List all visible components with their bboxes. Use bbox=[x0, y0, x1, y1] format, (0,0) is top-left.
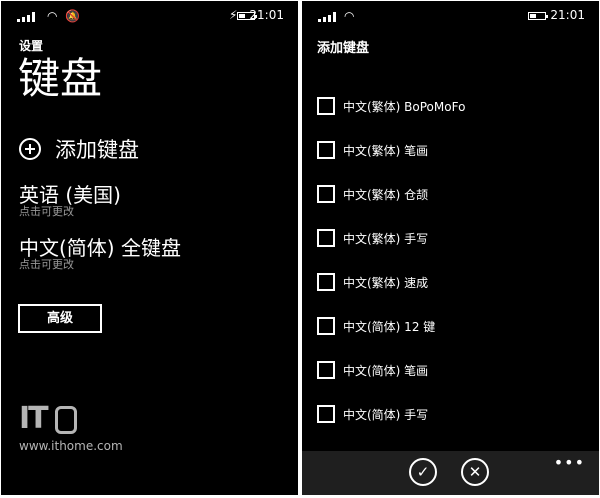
cancel-button[interactable]: ✕ bbox=[461, 458, 489, 486]
watermark: IT www.ithome.com bbox=[19, 401, 123, 453]
checkbox[interactable] bbox=[317, 229, 335, 247]
page-title: 键盘 bbox=[18, 54, 103, 103]
keyboard-option-label: 中文(简体) 12 键 bbox=[343, 319, 436, 334]
checkbox[interactable] bbox=[317, 273, 335, 291]
advanced-button[interactable]: 高级 bbox=[18, 304, 102, 333]
add-keyboard-label: 添加键盘 bbox=[55, 138, 139, 162]
clock: 21:01 bbox=[550, 8, 585, 22]
checkbox[interactable] bbox=[317, 317, 335, 335]
wifi-icon: ◠ bbox=[47, 9, 58, 23]
status-bar: ◠ 🔕 ⚡ 21:01 bbox=[1, 1, 298, 31]
checkbox[interactable] bbox=[317, 405, 335, 423]
add-keyboard-button[interactable]: 添加键盘 bbox=[19, 135, 139, 163]
battery-icon bbox=[528, 12, 548, 20]
keyboard-item-chinese-simplified-qwerty[interactable]: 中文(简体) 全键盘 点击可更改 bbox=[19, 235, 181, 271]
close-icon: ✕ bbox=[468, 463, 482, 481]
keyboard-option-label: 中文(繁体) 笔画 bbox=[343, 143, 429, 158]
signal-strength-icon bbox=[318, 12, 340, 22]
keyboard-option-label: 中文(繁体) 速成 bbox=[343, 275, 429, 290]
signal-strength-icon bbox=[17, 12, 39, 22]
keyboard-item-english-us[interactable]: 英语 (美国) 点击可更改 bbox=[19, 182, 121, 218]
keyboard-option[interactable]: 中文(繁体) 速成 bbox=[317, 272, 428, 292]
keyboard-option-label: 中文(繁体) BoPoMoFo bbox=[343, 99, 466, 114]
checkbox[interactable] bbox=[317, 361, 335, 379]
keyboard-option-label: 中文(简体) 笔画 bbox=[343, 363, 429, 378]
watermark-url: www.ithome.com bbox=[19, 439, 123, 453]
more-options-icon[interactable]: ••• bbox=[554, 453, 585, 472]
ithome-logo: IT bbox=[19, 401, 123, 437]
keyboard-option[interactable]: 中文(繁体) BoPoMoFo bbox=[317, 96, 465, 116]
keyboard-option[interactable]: 中文(简体) 12 键 bbox=[317, 316, 435, 336]
checkbox[interactable] bbox=[317, 185, 335, 203]
checkmark-icon: ✓ bbox=[416, 463, 430, 481]
clock: 21:01 bbox=[249, 8, 284, 22]
keyboard-option-label: 中文(简体) 手写 bbox=[343, 407, 429, 422]
keyboard-option[interactable]: 中文(繁体) 笔画 bbox=[317, 140, 428, 160]
keyboard-option-label: 中文(繁体) 仓颉 bbox=[343, 187, 429, 202]
page-title: 添加键盘 bbox=[317, 41, 370, 56]
keyboard-option-label: 中文(繁体) 手写 bbox=[343, 231, 429, 246]
keyboard-option[interactable]: 中文(简体) 笔画 bbox=[317, 360, 428, 380]
checkbox[interactable] bbox=[317, 141, 335, 159]
checkbox[interactable] bbox=[317, 97, 335, 115]
settings-keyboard-screen: ◠ 🔕 ⚡ 21:01 设置 键盘 添加键盘 英语 (美国) 点击可更改 中文(… bbox=[1, 1, 298, 495]
keyboard-option[interactable]: 中文(简体) 手写 bbox=[317, 404, 428, 424]
keyboard-option[interactable]: 中文(繁体) 仓颉 bbox=[317, 184, 428, 204]
keyboard-option[interactable]: 中文(繁体) 手写 bbox=[317, 228, 428, 248]
add-circle-icon bbox=[19, 138, 41, 160]
confirm-button[interactable]: ✓ bbox=[409, 458, 437, 486]
add-keyboard-screen: ◠ 21:01 添加键盘 中文(繁体) BoPoMoFo 中文(繁体) 笔画 中… bbox=[302, 1, 599, 495]
quiet-hours-bell-icon: 🔕 bbox=[65, 9, 80, 23]
wifi-icon: ◠ bbox=[344, 9, 355, 23]
app-bar: ✓ ✕ ••• bbox=[302, 451, 599, 495]
status-bar: ◠ 21:01 bbox=[302, 1, 599, 31]
